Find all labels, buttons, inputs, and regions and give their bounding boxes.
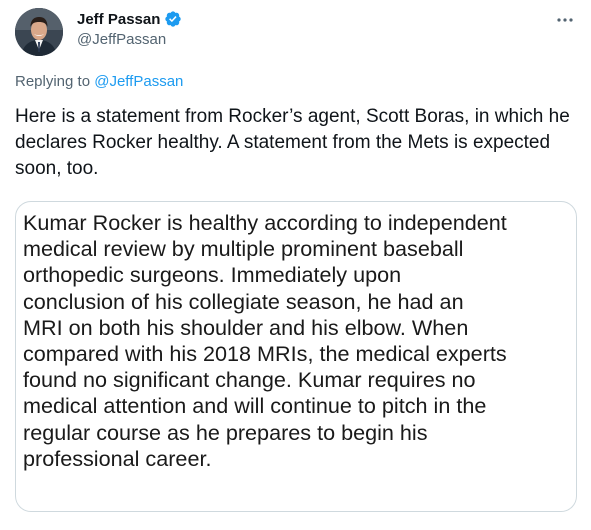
more-options-icon[interactable] <box>553 8 577 32</box>
tweet: Jeff Passan @JeffPassan Replying to @Jef… <box>0 0 591 530</box>
reply-target-link[interactable]: @JeffPassan <box>94 73 183 90</box>
tweet-text: Here is a statement from Rocker’s agent,… <box>15 106 570 179</box>
author-display-name[interactable]: Jeff Passan <box>77 11 160 28</box>
attached-statement-image[interactable]: Kumar Rocker is healthy according to ind… <box>15 201 577 512</box>
avatar[interactable] <box>15 8 63 56</box>
author-name-row: Jeff Passan <box>77 10 182 28</box>
reply-context: Replying to @JeffPassan <box>15 73 183 90</box>
author-handle[interactable]: @JeffPassan <box>77 31 166 48</box>
verified-badge-icon <box>164 10 182 28</box>
avatar-image <box>15 8 63 56</box>
reply-prefix: Replying to <box>15 73 91 90</box>
statement-text: Kumar Rocker is healthy according to ind… <box>23 210 507 471</box>
